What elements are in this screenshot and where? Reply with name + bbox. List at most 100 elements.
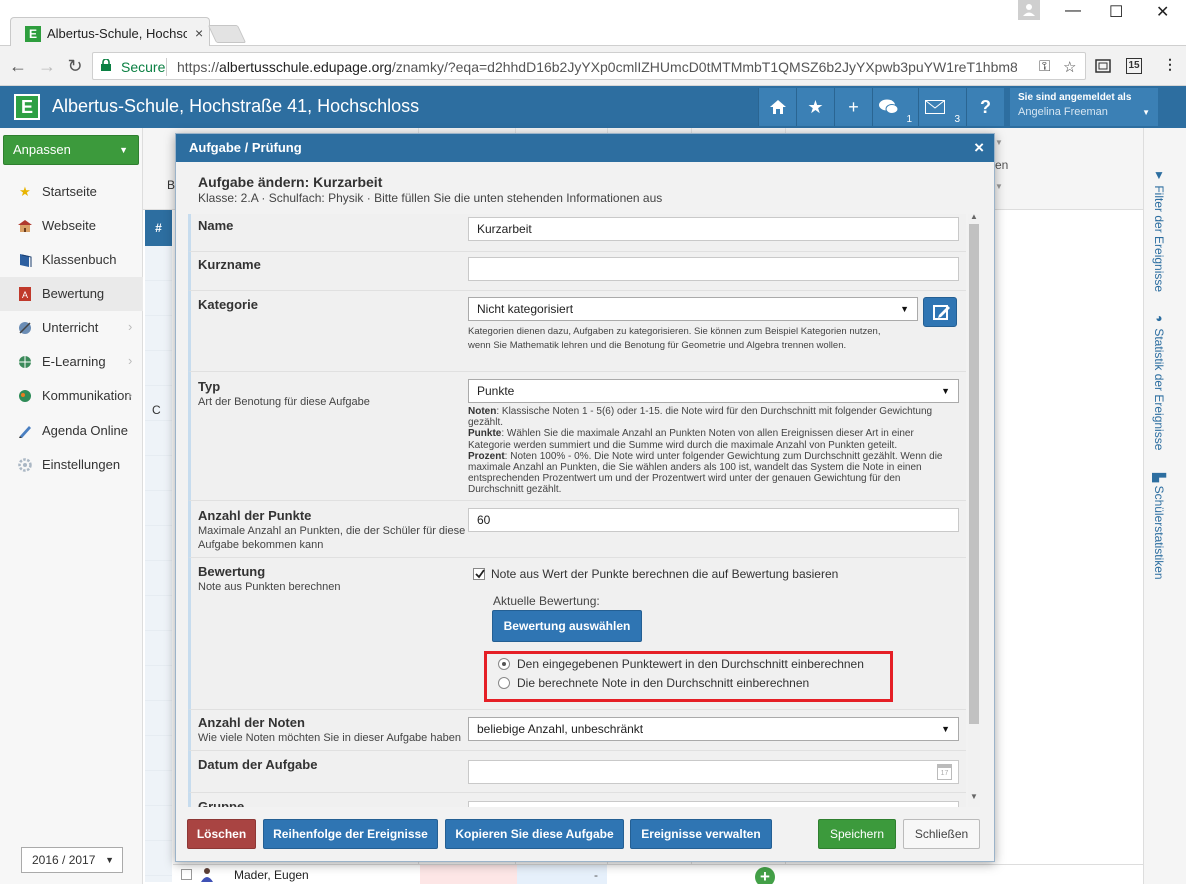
radio-grade-average[interactable] [498, 677, 510, 689]
type-hint: Art der Benotung für diese Aufgabe [198, 396, 370, 408]
plus-icon: + [848, 97, 859, 117]
delete-button[interactable]: Löschen [187, 819, 256, 849]
school-title: Albertus-Schule, Hochstraße 41, Hochschl… [52, 96, 420, 116]
tab-close-icon[interactable]: × [195, 25, 203, 41]
sort-down-icon[interactable]: ▼ [995, 182, 1003, 191]
noten-text: : Klassische Noten 1 - 5(6) oder 1-15. d… [468, 406, 933, 429]
user-menu[interactable]: Sie sind angemeldet als Angelina Freeman… [1010, 88, 1158, 126]
radio-grade-average-label[interactable]: Die berechnete Note in den Durchschnitt … [517, 676, 809, 690]
calculate-grade-checkbox[interactable] [473, 568, 485, 580]
radio-points-average[interactable] [498, 658, 510, 670]
chevron-down-icon: ▼ [900, 304, 909, 314]
table-row[interactable]: Mader, Eugen - + [173, 864, 1143, 884]
dialog-scrollbar[interactable]: ▲ ▼ [968, 214, 980, 807]
lock-icon [101, 59, 111, 71]
scroll-down-icon[interactable]: ▼ [970, 792, 978, 801]
notifications-button[interactable]: 3 [918, 88, 966, 126]
edupage-logo[interactable]: E [14, 94, 40, 120]
sidebar-item-einstellungen[interactable]: Einstellungen [0, 448, 143, 482]
favorites-button[interactable]: ★ [796, 88, 834, 126]
name-input[interactable] [468, 217, 959, 241]
tab-title: Albertus-Schule, Hochsch [47, 26, 187, 41]
grade-count-select[interactable]: beliebige Anzahl, unbeschränkt ▼ [468, 717, 959, 741]
school-building-icon [17, 218, 33, 234]
close-icon[interactable]: × [974, 134, 984, 162]
sidebar-item-bewertung[interactable]: A Bewertung [0, 277, 143, 311]
bookmark-star-icon[interactable]: ☆ [1063, 58, 1076, 76]
edit-category-button[interactable] [923, 297, 957, 327]
home-button[interactable] [758, 88, 796, 126]
sidebar-item-startseite[interactable]: ★ Startseite [0, 175, 143, 209]
date-input[interactable]: 17 [468, 760, 959, 784]
browser-tab[interactable]: E Albertus-Schule, Hochsch × [10, 17, 210, 47]
school-year-select[interactable]: 2016 / 2017 ▼ [21, 847, 123, 873]
radio-points-average-label[interactable]: Den eingegebenen Punktewert in den Durch… [517, 657, 864, 671]
grade-count-hint: Wie viele Noten möchten Sie in dieser Au… [198, 732, 461, 744]
sidebar-item-agenda-online[interactable]: Agenda Online [0, 414, 143, 448]
browser-toolbar: ← → ↻ Secure https://albertusschule.edup… [0, 46, 1186, 86]
calendar-icon[interactable]: 17 [937, 764, 952, 780]
messages-button[interactable]: 1 [872, 88, 918, 126]
grading-hint: Note aus Punkten berechnen [198, 581, 341, 593]
back-arrow-icon[interactable]: ← [7, 55, 29, 77]
row-checkbox[interactable] [181, 869, 192, 880]
category-select[interactable]: Nicht kategorisiert ▼ [468, 297, 918, 321]
address-bar[interactable]: Secure https://albertusschule.edupage.or… [92, 52, 1086, 80]
sort-up-icon[interactable]: ▼ [995, 138, 1003, 147]
sidebar-item-unterricht[interactable]: Unterricht › [0, 311, 143, 345]
filter-icon: ▼ [1152, 168, 1166, 186]
star-icon: ★ [807, 97, 824, 117]
prozent-text: : Noten 100% - 0%. Die Note wird unter f… [468, 450, 943, 496]
student-name[interactable]: Mader, Eugen [234, 868, 309, 882]
url-text[interactable]: https://albertusschule.edupage.org/znamk… [177, 59, 1017, 75]
student-statistics-label: ▙ Schülerstatistiken [1152, 473, 1166, 580]
customize-button[interactable]: Anpassen ▼ [3, 135, 139, 165]
sidebar-item-kommunikation[interactable]: Kommunikation › [0, 379, 143, 413]
scroll-up-icon[interactable]: ▲ [970, 214, 978, 221]
sidebar-item-klassenbuch[interactable]: Klassenbuch [0, 243, 143, 277]
close-button[interactable]: Schließen [903, 819, 980, 849]
event-order-button[interactable]: Reihenfolge der Ereignisse [263, 819, 438, 849]
calculate-grade-label[interactable]: Note aus Wert der Punkte berechnen die a… [491, 567, 838, 581]
chevron-right-icon: › [128, 387, 133, 402]
minimize-button[interactable]: — [1065, 2, 1081, 20]
add-button[interactable]: + [834, 88, 872, 126]
type-select[interactable]: Punkte ▼ [468, 379, 959, 403]
help-button[interactable]: ? [966, 88, 1004, 126]
scrollbar-thumb[interactable] [969, 224, 979, 724]
reload-icon[interactable]: ↻ [64, 55, 86, 77]
student-statistics-tab[interactable]: ▙ Schülerstatistiken [1144, 473, 1186, 593]
profile-icon[interactable] [1018, 0, 1040, 20]
grade-cell[interactable] [420, 865, 517, 884]
maximize-button[interactable]: ☐ [1109, 2, 1123, 22]
close-window-button[interactable]: ✕ [1156, 2, 1169, 22]
home-icon [769, 100, 786, 114]
grading-label: Bewertung [198, 564, 266, 579]
save-button[interactable]: Speichern [818, 819, 896, 849]
points-input[interactable] [468, 508, 959, 532]
sidebar-item-webseite[interactable]: Webseite [0, 209, 143, 243]
star-icon: ★ [19, 184, 31, 199]
browser-menu-icon[interactable]: ⋮ [1163, 56, 1177, 73]
manage-events-button[interactable]: Ereignisse verwalten [630, 819, 772, 849]
select-grading-button[interactable]: Bewertung auswählen [492, 610, 642, 642]
sidebar-item-label: Kommunikation [42, 388, 132, 403]
shortname-input[interactable] [468, 257, 959, 281]
punkte-term: Punkte [468, 428, 502, 440]
calendar-extension-icon[interactable]: 15 [1126, 58, 1142, 74]
row-numbers [145, 246, 172, 882]
url-scheme: https:// [177, 59, 220, 75]
form-row-category: Kategorie Nicht kategorisiert ▼ Kategori… [188, 291, 966, 372]
event-statistics-label: ◕ Statistik der Ereignisse [1152, 311, 1166, 450]
forward-arrow-icon[interactable]: → [36, 55, 58, 77]
copy-task-button[interactable]: Kopieren Sie diese Aufgabe [445, 819, 624, 849]
current-grading-label: Aktuelle Bewertung: [493, 594, 600, 608]
communication-icon [17, 388, 33, 404]
cast-icon[interactable] [1095, 59, 1111, 76]
add-grade-button[interactable]: + [755, 867, 775, 884]
new-tab-button[interactable] [207, 25, 247, 43]
event-statistics-tab[interactable]: ◕ Statistik der Ereignisse [1144, 311, 1186, 456]
sidebar-item-elearning[interactable]: E-Learning › [0, 345, 143, 379]
filter-events-tab[interactable]: ▼ Filter der Ereignisse [1144, 168, 1186, 318]
key-icon[interactable]: ⚿ [1039, 58, 1050, 75]
